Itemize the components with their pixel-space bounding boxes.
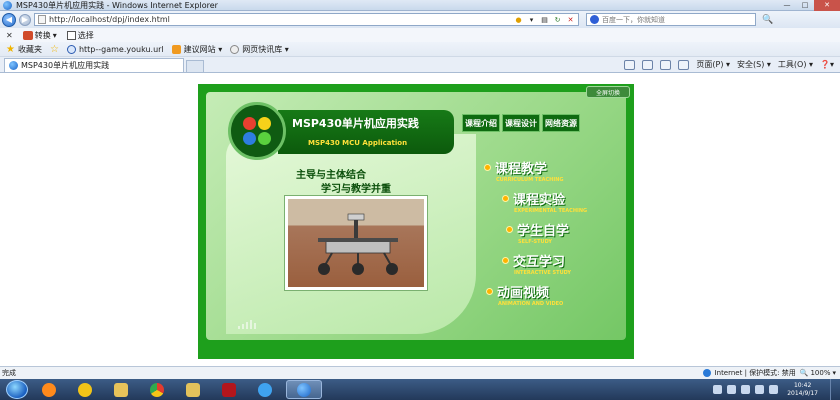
taskbar-folder[interactable] <box>178 380 208 399</box>
stop-icon[interactable]: ✕ <box>565 14 576 25</box>
window-title: MSP430单片机应用实践 - Windows Internet Explore… <box>16 0 218 10</box>
favorites-button[interactable]: ★ 收藏夹 <box>6 44 42 55</box>
show-desktop-button[interactable] <box>830 379 840 400</box>
fullscreen-button[interactable]: 全屏切换 <box>586 86 630 98</box>
rss-icon[interactable]: ▤ <box>539 14 550 25</box>
command-bar: 页面(P) ▾ 安全(S) ▾ 工具(O) ▾ ❓▾ <box>624 57 840 72</box>
taskbar-explorer[interactable] <box>106 380 136 399</box>
search-input[interactable] <box>602 15 732 24</box>
rover-image <box>318 213 398 275</box>
url-text[interactable]: http://localhost/dpj/index.html <box>49 15 170 24</box>
taskbar: 10:42 2014/9/17 <box>0 379 840 400</box>
ie-tab-icon <box>9 61 18 70</box>
course-item-teaching[interactable]: 课程教学 CURRICULUM TEACHING <box>484 158 564 183</box>
start-button[interactable] <box>6 380 28 399</box>
window-controls: — □ ✕ <box>778 0 840 11</box>
print-icon[interactable] <box>678 59 690 70</box>
tab-course-design[interactable]: 课程设计 <box>502 114 540 132</box>
course-item-self-study[interactable]: 学生自学 SELF-STUDY <box>506 220 569 245</box>
course-title-cn: MSP430单片机应用实践 <box>292 117 419 130</box>
window-titlebar: MSP430单片机应用实践 - Windows Internet Explore… <box>0 0 840 11</box>
help-menu[interactable]: ❓▾ <box>820 60 834 69</box>
taskbar-flash[interactable] <box>214 380 244 399</box>
favorite-youku[interactable]: http--game.youku.url <box>66 44 164 54</box>
clock[interactable]: 10:42 2014/9/17 <box>787 382 818 398</box>
tab-course-intro[interactable]: 课程介绍 <box>462 114 500 132</box>
favorites-bar: ★ 收藏夹 ☆ http--game.youku.url 建议网站 ▾ 网页快讯… <box>0 42 840 57</box>
url-field[interactable]: http://localhost/dpj/index.html ● ▾ ▤ ↻ … <box>34 13 579 26</box>
feeds-icon[interactable] <box>642 59 654 70</box>
new-tab-button[interactable] <box>186 60 204 72</box>
compatibility-icon[interactable]: ● <box>513 14 524 25</box>
bullet-icon <box>506 226 513 233</box>
slogan-line-2: 学习与教学并重 <box>321 184 391 195</box>
search-field[interactable] <box>586 13 756 26</box>
zoom-control[interactable]: 🔍 100% ▾ <box>800 369 836 377</box>
bullet-icon <box>486 288 493 295</box>
tray-icon[interactable] <box>727 385 737 394</box>
minimize-button[interactable]: — <box>778 0 796 11</box>
convert-button[interactable]: 转换 ▾ <box>22 30 57 41</box>
tab-network-resources[interactable]: 网络资源 <box>542 114 580 132</box>
tray-icon[interactable] <box>713 385 723 394</box>
mars-rover-photo <box>285 196 427 290</box>
dropdown-icon[interactable]: ▾ <box>526 14 537 25</box>
course-item-animation[interactable]: 动画视频 ANIMATION AND VIDEO <box>486 282 563 307</box>
status-bar: 完成 Internet | 保护模式: 禁用 🔍 100% ▾ <box>0 366 840 379</box>
favorite-suggested-sites[interactable]: 建议网站 ▾ <box>171 44 222 55</box>
ie-app-icon <box>3 0 12 10</box>
forward-button[interactable]: ▶ <box>19 13 31 26</box>
maximize-button[interactable]: □ <box>796 0 814 11</box>
home-icon[interactable] <box>624 59 636 70</box>
close-button[interactable]: ✕ <box>814 0 840 11</box>
convert-icon <box>22 30 33 40</box>
globe-icon <box>66 44 76 54</box>
favorite-web-slices[interactable]: 网页快讯库 ▾ <box>230 44 289 55</box>
refresh-icon[interactable]: ↻ <box>552 14 563 25</box>
status-text: 完成 <box>2 369 16 377</box>
baidu-icon <box>590 15 599 24</box>
internet-zone-icon <box>702 369 711 377</box>
signal-bars-icon <box>238 320 256 329</box>
course-logo <box>228 102 286 160</box>
bullet-icon <box>502 195 509 202</box>
tools-menu[interactable]: 工具(O) ▾ <box>778 59 813 70</box>
menu-row: ✕ 转换 ▾ 选择 <box>0 28 840 42</box>
taskbar-qq[interactable] <box>70 380 100 399</box>
search-icon[interactable]: 🔍 <box>762 15 773 25</box>
tab-msp430[interactable]: MSP430单片机应用实践 <box>4 58 184 72</box>
select-icon <box>66 30 76 40</box>
address-bar: ◀ ▶ http://localhost/dpj/index.html ● ▾ … <box>0 11 840 28</box>
safety-menu[interactable]: 安全(S) ▾ <box>737 59 771 70</box>
network-icon[interactable] <box>755 385 765 394</box>
flash-application[interactable]: 全屏切换 MSP430单片机应用实践 MSP430 MCU Applicatio… <box>198 84 634 359</box>
taskbar-swish[interactable] <box>250 380 280 399</box>
volume-icon[interactable] <box>769 385 779 394</box>
course-title-en: MSP430 MCU Application <box>308 139 408 147</box>
top-tabs: 课程介绍 课程设计 网络资源 <box>462 114 580 132</box>
system-tray: 10:42 2014/9/17 <box>713 382 840 398</box>
page-menu[interactable]: 页面(P) ▾ <box>696 59 730 70</box>
title-banner: MSP430单片机应用实践 MSP430 MCU Application <box>278 110 454 154</box>
favorite-add-icon[interactable]: ☆ <box>50 44 59 55</box>
tray-icon[interactable] <box>741 385 751 394</box>
taskbar-media-player[interactable] <box>34 380 64 399</box>
bullet-icon <box>502 257 509 264</box>
star-icon: ★ <box>6 43 15 55</box>
course-item-experiment[interactable]: 课程实验 EXPERIMENTAL TEACHING <box>502 189 587 214</box>
select-button[interactable]: 选择 <box>66 30 94 41</box>
mail-icon[interactable] <box>660 59 672 70</box>
close-toolbar-icon[interactable]: ✕ <box>6 31 13 40</box>
web-slice-icon <box>230 44 240 54</box>
course-item-interactive[interactable]: 交互学习 INTERACTIVE STUDY <box>502 251 571 276</box>
taskbar-chrome[interactable] <box>142 380 172 399</box>
bullet-icon <box>484 164 491 171</box>
security-zone[interactable]: Internet | 保护模式: 禁用 <box>715 368 796 378</box>
slogan-line-1: 主导与主体结合 <box>296 170 366 181</box>
tab-row: MSP430单片机应用实践 页面(P) ▾ 安全(S) ▾ 工具(O) ▾ ❓▾ <box>0 57 840 73</box>
page-icon <box>38 15 46 24</box>
back-button[interactable]: ◀ <box>2 12 16 27</box>
suggested-sites-icon <box>171 44 181 54</box>
taskbar-ie[interactable] <box>286 380 322 399</box>
